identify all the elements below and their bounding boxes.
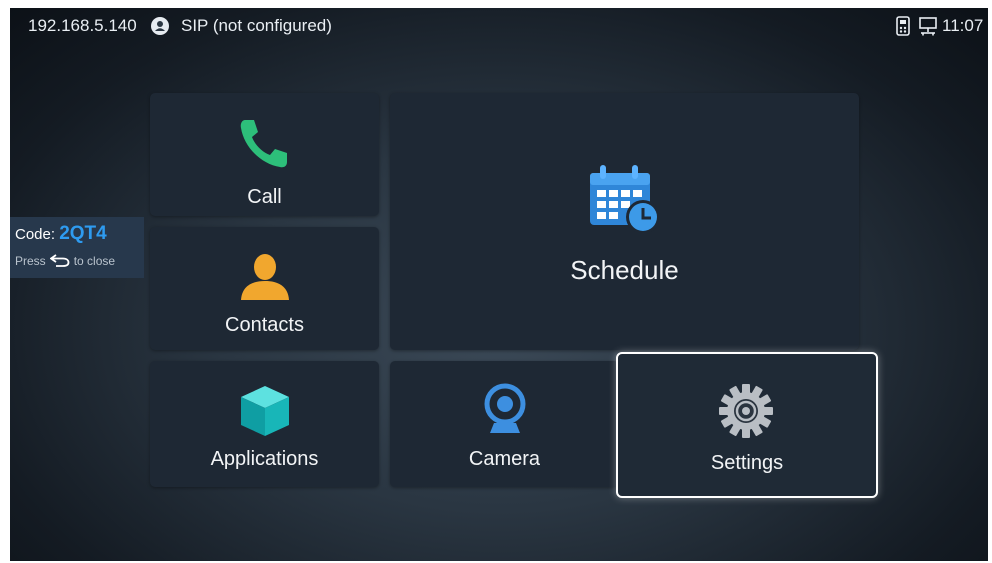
phone-icon (240, 120, 287, 168)
user-icon (151, 17, 169, 35)
network-icon (919, 17, 937, 36)
back-arrow-icon (49, 254, 70, 267)
press-text: Press (15, 254, 46, 268)
clock: 11:07 (942, 16, 984, 35)
camera-label: Camera (468, 448, 541, 470)
status-bar: 192.168.5.140 SIP (not configured) 11:07 (10, 8, 988, 44)
applications-label: Applications (210, 448, 319, 470)
schedule-tile[interactable]: Schedule (390, 93, 859, 350)
code-line: Code: 2QT4 (15, 223, 107, 245)
person-icon (241, 254, 289, 300)
remote-control-icon (896, 16, 910, 36)
home-screen: 192.168.5.140 SIP (not configured) 11:07 (10, 8, 988, 561)
sip-status: SIP (not configured) (181, 16, 332, 35)
contacts-label: Contacts (225, 314, 304, 336)
code-label: Code: (15, 226, 56, 243)
calendar-clock-icon (590, 165, 660, 234)
close-text: to close (73, 254, 116, 268)
applications-tile[interactable]: Applications (150, 361, 379, 487)
contacts-tile[interactable]: Contacts (150, 227, 379, 350)
settings-label: Settings (710, 452, 784, 474)
call-label: Call (247, 186, 282, 208)
cube-icon (241, 386, 289, 436)
gear-icon (719, 384, 773, 438)
schedule-label: Schedule (570, 255, 679, 285)
close-hint: Press to close (15, 254, 115, 268)
webcam-icon (484, 383, 526, 433)
settings-tile[interactable]: Settings (616, 352, 878, 498)
ip-address: 192.168.5.140 (28, 16, 137, 35)
camera-tile[interactable]: Camera (390, 361, 619, 487)
call-tile[interactable]: Call (150, 93, 379, 216)
code-value: 2QT4 (59, 223, 107, 244)
pairing-code-panel: Code: 2QT4 Press to close (10, 217, 144, 278)
